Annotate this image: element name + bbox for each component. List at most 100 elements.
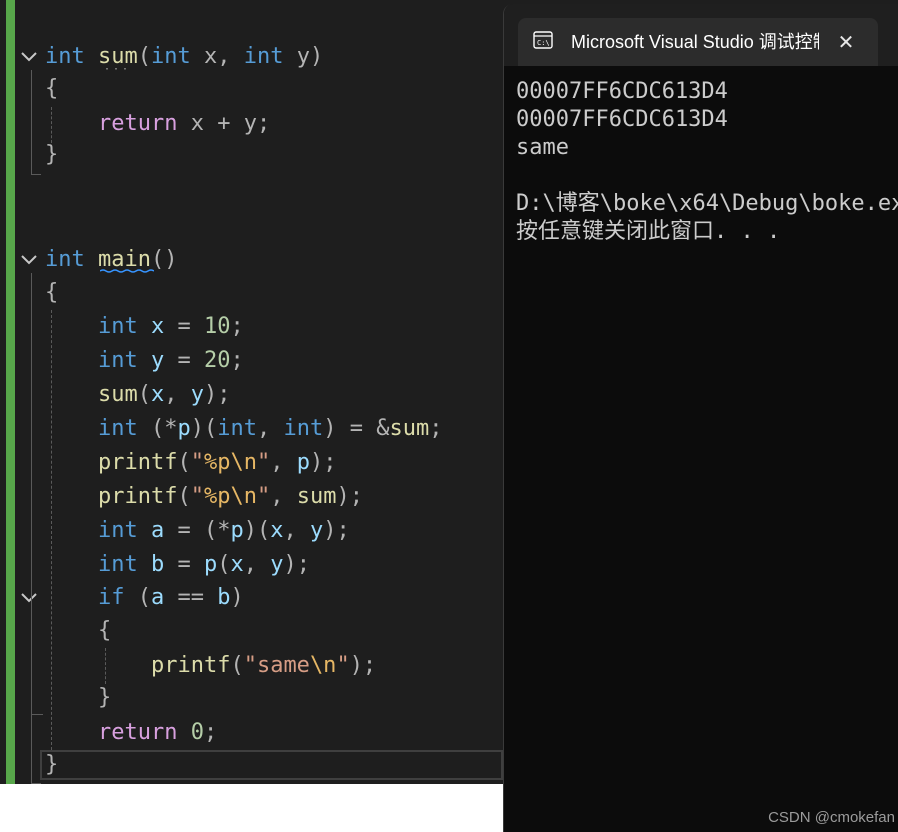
scope-guide: [31, 70, 32, 174]
code-line[interactable]: printf("%p\n", sum);: [45, 482, 363, 512]
collapse-chevron-icon[interactable]: [19, 47, 39, 67]
code-token: );: [283, 552, 310, 577]
console-tab-title: Microsoft Visual Studio 调试控制台: [571, 32, 819, 52]
code-token: int: [243, 44, 284, 69]
code-line[interactable]: }: [45, 683, 111, 713]
console-tab-bar: C:\ Microsoft Visual Studio 调试控制台 ✕: [504, 4, 898, 66]
scope-guide: [31, 174, 41, 175]
code-token: ,: [270, 450, 297, 475]
code-line[interactable]: printf("%p\n", p);: [45, 448, 336, 478]
code-token: p: [230, 518, 244, 543]
code-token: }: [97, 685, 112, 710]
code-line[interactable]: int b = p(x, y);: [45, 550, 310, 580]
code-token: );: [203, 382, 231, 407]
code-token: (: [177, 450, 191, 475]
collapse-chevron-icon[interactable]: [19, 588, 39, 608]
code-token: main: [98, 247, 151, 272]
code-token: = (*: [164, 518, 231, 543]
code-line[interactable]: int a = (*p)(x, y);: [45, 516, 350, 546]
code-token: x: [230, 552, 244, 577]
code-token: x: [270, 518, 284, 543]
code-token: ;: [203, 720, 218, 745]
code-token: y): [283, 44, 324, 69]
debug-console-window[interactable]: C:\ Microsoft Visual Studio 调试控制台 ✕ 0000…: [503, 4, 898, 832]
code-token: ==: [164, 585, 218, 610]
code-token: sum: [296, 484, 337, 509]
code-token: ": [256, 484, 271, 509]
code-token: y: [190, 382, 204, 407]
current-line-highlight: [40, 750, 503, 780]
code-line[interactable]: int (*p)(int, int) = &sum;: [45, 414, 442, 444]
code-line[interactable]: int main(): [45, 245, 177, 275]
close-icon[interactable]: ✕: [836, 32, 856, 52]
code-token: ,: [256, 416, 284, 441]
code-token: (: [137, 382, 151, 407]
code-line[interactable]: return x + y;: [45, 109, 270, 139]
code-line[interactable]: {: [45, 278, 58, 308]
code-token: p: [203, 552, 218, 577]
code-token: (: [177, 484, 191, 509]
code-line[interactable]: if (a == b): [45, 583, 244, 613]
code-token: ) = &: [323, 416, 390, 441]
code-token: =: [164, 552, 204, 577]
code-line[interactable]: }: [45, 140, 58, 170]
code-token: {: [97, 618, 112, 643]
code-token: int: [97, 416, 138, 441]
code-token: (: [137, 44, 151, 69]
code-token: y: [309, 518, 324, 543]
code-token: \n: [309, 653, 337, 678]
code-token: }: [45, 752, 59, 777]
code-token: \n: [230, 450, 257, 475]
code-token: ): [230, 585, 244, 610]
code-token: \n: [230, 484, 257, 509]
code-line[interactable]: sum(x, y);: [45, 380, 231, 410]
code-token: a: [150, 585, 165, 610]
code-token: int: [151, 44, 191, 69]
code-line[interactable]: return 0;: [45, 718, 217, 748]
code-token: int: [217, 416, 257, 441]
code-line[interactable]: }: [45, 750, 58, 780]
console-output-line: 00007FF6CDC613D4: [516, 79, 728, 104]
console-output-line: D:\博客\boke\x64\Debug\boke.exe: [516, 191, 898, 216]
code-line[interactable]: int x = 10;: [45, 312, 244, 342]
code-token: %p: [203, 484, 231, 509]
code-token: ,: [283, 518, 310, 543]
console-output-line: 按任意键关闭此窗口. . .: [516, 219, 781, 244]
code-line[interactable]: {: [45, 616, 111, 646]
console-tab[interactable]: C:\ Microsoft Visual Studio 调试控制台 ✕: [518, 18, 878, 66]
code-token: )(: [190, 416, 218, 441]
scope-guide: [31, 714, 43, 715]
code-token: %p: [203, 450, 231, 475]
code-token: (): [150, 247, 178, 272]
code-token: ,: [164, 382, 191, 407]
code-token: sum: [389, 416, 430, 441]
change-indicator-bar: [6, 0, 15, 784]
code-line[interactable]: printf("same\n");: [45, 651, 376, 681]
code-token: ;: [230, 314, 244, 339]
code-token: printf: [97, 484, 178, 509]
code-line[interactable]: {: [45, 74, 58, 104]
code-token: b: [150, 552, 165, 577]
code-token: y: [270, 552, 284, 577]
code-line[interactable]: int sum(int x, int y): [45, 42, 323, 72]
code-token: ,: [243, 552, 271, 577]
code-token: 0: [190, 720, 204, 745]
console-output-line: 00007FF6CDC613D4: [516, 107, 728, 132]
code-token: int: [45, 44, 85, 69]
code-token: ": [190, 450, 204, 475]
code-token: a: [150, 518, 165, 543]
collapse-chevron-icon[interactable]: [19, 250, 39, 270]
code-token: );: [309, 450, 337, 475]
code-token: );: [349, 653, 377, 678]
code-token: );: [323, 518, 350, 543]
code-token: 10: [203, 314, 231, 339]
code-line[interactable]: int y = 20;: [45, 346, 244, 376]
